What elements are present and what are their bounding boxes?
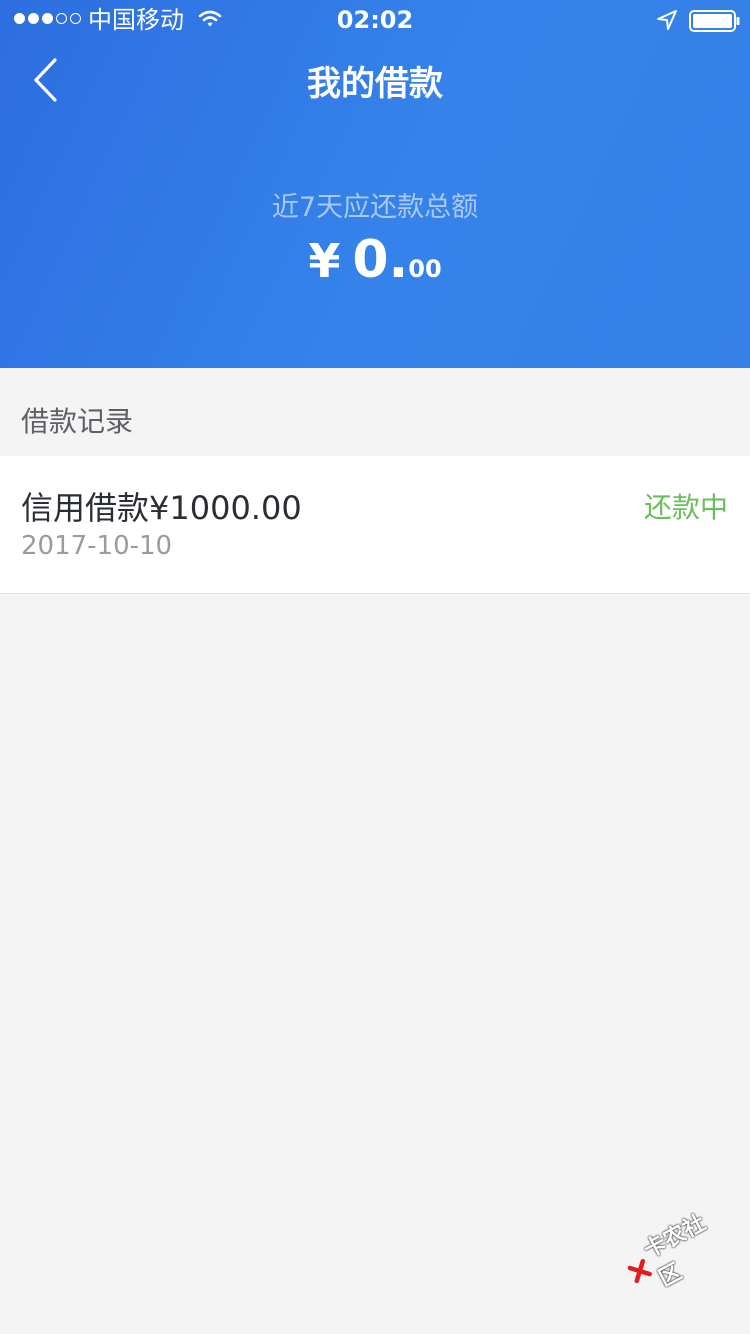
amount-decimal: 00	[408, 255, 442, 283]
loan-record-title: 信用借款¥1000.00	[21, 489, 302, 527]
repayment-total-label: 近7天应还款总额	[271, 192, 479, 223]
battery-icon	[689, 10, 740, 32]
watermark: 卡农社区	[616, 1199, 738, 1304]
section-title-loan-records: 借款记录	[21, 405, 134, 438]
repayment-total-amount: ¥0.00	[0, 230, 750, 302]
page-title: 我的借款	[307, 64, 443, 104]
location-arrow-icon	[657, 10, 677, 30]
status-bar: 中国移动 02:02	[0, 0, 750, 40]
currency-symbol: ¥	[308, 234, 341, 288]
amount-integer: 0.	[352, 230, 409, 290]
loan-status-badge: 还款中	[643, 491, 728, 524]
watermark-text: 卡农社区	[639, 1210, 710, 1292]
header-banner: 中国移动 02:02 我的借款 近7天应还款总额 ¥0.00	[0, 0, 750, 368]
status-time: 02:02	[336, 6, 414, 34]
loan-record-item[interactable]: 信用借款¥1000.00 2017-10-10 还款中	[0, 456, 750, 594]
loan-record-date: 2017-10-10	[21, 531, 173, 561]
